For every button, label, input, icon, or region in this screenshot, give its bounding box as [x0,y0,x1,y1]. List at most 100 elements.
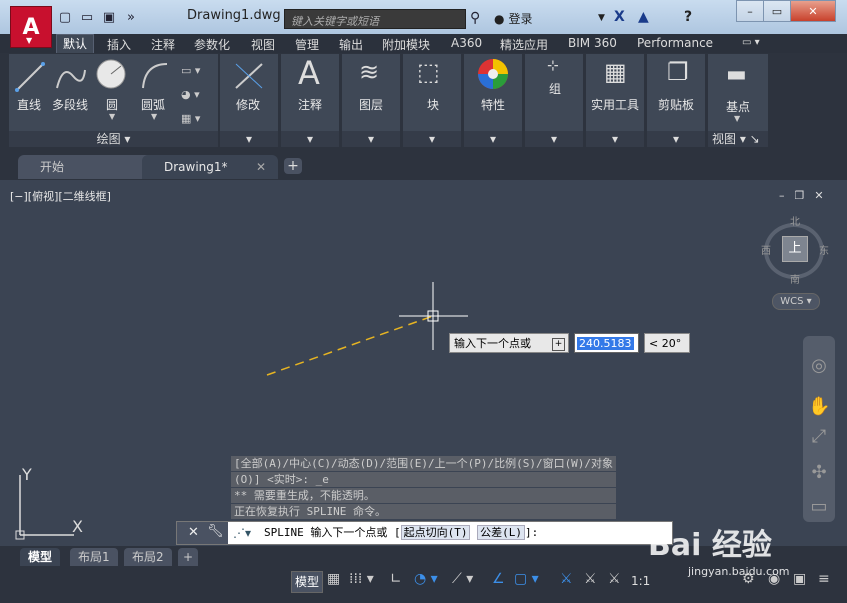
tab-insert[interactable]: 插入 [107,36,131,53]
hatch-icon[interactable]: ◕ ▾ [181,88,200,101]
application-menu-button[interactable]: A ▼ [10,6,52,48]
modify-label[interactable]: 修改 [236,96,260,113]
search-input[interactable]: 键入关键字或短语 [284,9,466,29]
option-tolerance[interactable]: 公差(L) [477,525,525,540]
panel-groups-footer[interactable]: ▾ [525,131,583,147]
tab-model[interactable]: 模型 [20,548,61,566]
dynamic-input-angle[interactable]: < 20° [644,333,690,353]
circle-button-label[interactable]: 圆 [106,96,118,113]
panel-view-footer[interactable]: 视图 ▾ ↘ [708,131,768,147]
close-icon[interactable]: ✕ [188,525,199,540]
utilities-label[interactable]: 实用工具 [591,96,639,113]
command-input[interactable]: SPLINE 输入下一个点或 [起点切向(T) 公差(L)]: [228,522,672,544]
tab-addins[interactable]: 附加模块 [382,36,430,53]
tab-featured-apps[interactable]: 精选应用 [500,36,548,53]
boundary-icon[interactable]: ▦ ▾ [181,112,200,125]
close-button[interactable]: ✕ [790,0,836,22]
polyline-button-label[interactable]: 多段线 [52,96,88,113]
layers-label[interactable]: 图层 [359,96,383,113]
model-space-button[interactable]: 模型 [291,571,323,593]
panel-annotation-footer[interactable]: ▾ [281,131,339,147]
maximize-button[interactable]: ▭ [763,0,791,22]
polar-tracking-icon[interactable]: ◔ ▾ [414,571,438,587]
login-button[interactable]: ● 登录 [494,10,533,27]
tab-output[interactable]: 输出 [339,36,363,53]
chevron-down-icon[interactable]: ▼ [151,112,157,121]
tab-performance[interactable]: Performance [637,36,713,50]
chevron-down-icon[interactable]: ▼ [734,114,740,123]
calculator-icon[interactable]: ▦ [604,58,627,86]
snap-icon[interactable]: ⁞⁞⁞ ▾ [349,571,374,587]
block-icon[interactable]: ⬚ [417,58,440,86]
tab-layout1[interactable]: 布局1 [70,548,118,566]
add-layout-button[interactable]: + [178,548,199,566]
groups-label[interactable]: 组 [549,80,561,97]
panel-layers-footer[interactable]: ▾ [342,131,400,147]
save-icon[interactable]: ▣ [100,8,118,26]
object-snap-icon[interactable]: ▢ ▾ [514,571,539,587]
line-button-label[interactable]: 直线 [17,96,41,113]
annotation-label[interactable]: 注释 [298,96,322,113]
tab-annotate[interactable]: 注释 [151,36,175,53]
text-icon[interactable]: A [298,54,320,92]
panel-block-footer[interactable]: ▾ [403,131,461,147]
color-wheel-icon[interactable] [477,58,511,92]
base-point-icon[interactable]: ▬ [726,62,747,87]
grid-icon[interactable]: ▦ [327,571,340,587]
clipboard-label[interactable]: 剪贴板 [658,96,694,113]
help-icon[interactable]: ? [684,9,692,25]
tab-a360[interactable]: A360 [451,36,482,50]
panel-clipboard-footer[interactable]: ▾ [647,131,705,147]
panel-properties-footer[interactable]: ▾ [464,131,522,147]
tab-bim360[interactable]: BIM 360 [568,36,617,50]
ortho-icon[interactable]: ∟ [390,571,402,587]
layers-icon[interactable]: ≋ [359,58,379,86]
ribbon-minimize-button[interactable]: ▭ ▾ [742,37,760,48]
open-folder-icon[interactable]: ▭ [78,8,96,26]
binoculars-icon[interactable]: ⚲ [470,10,480,26]
chevron-down-icon[interactable]: ▼ [109,112,115,121]
annotation-scale[interactable]: 1:1 [631,574,650,588]
new-file-icon[interactable]: ▢ [56,8,74,26]
circle-icon[interactable] [95,58,131,94]
dynamic-input-length[interactable]: 240.5183 [574,333,639,353]
arc-icon[interactable] [137,58,173,94]
group-icon[interactable]: ⊹ [547,58,559,74]
annotation-visibility-icon[interactable]: ⚔ [560,571,573,587]
panel-utilities-footer[interactable]: ▾ [586,131,644,147]
add-tab-button[interactable]: + [284,158,302,174]
close-icon[interactable]: ✕ [256,160,266,174]
auto-scale-icon[interactable]: ⚔ [584,571,597,587]
annotation-scale-icon[interactable]: ⚔ [608,571,621,587]
block-label[interactable]: 块 [427,96,439,113]
chevron-down-icon[interactable]: ▼ [598,13,605,23]
clipboard-icon[interactable]: ❐ [667,58,689,86]
arc-button-label[interactable]: 圆弧 [141,96,165,113]
wrench-icon[interactable]: 🔧︎ [207,524,224,539]
panel-draw-footer[interactable]: 绘图 ▾ [9,131,218,147]
fullscreen-icon[interactable]: ▣ [793,571,806,587]
polyline-icon[interactable] [53,60,89,94]
properties-label[interactable]: 特性 [481,96,505,113]
panel-annotation: A 注释 ▾ [281,54,339,147]
exchange-icon[interactable]: X [614,9,625,25]
customization-menu-icon[interactable]: ≡ [818,571,830,587]
tab-start[interactable]: 开始 [18,155,158,179]
a360-icon[interactable]: ▲ [638,9,649,25]
panel-modify-footer[interactable]: ▾ [220,131,278,147]
isodraft-icon[interactable]: ⟋ ▾ [452,571,473,587]
tab-layout2[interactable]: 布局2 [124,548,172,566]
base-point-label[interactable]: 基点 [726,98,750,115]
object-snap-tracking-icon[interactable]: ∠ [492,571,505,587]
move-icon[interactable] [232,60,266,92]
expand-icon[interactable]: + [552,338,565,351]
more-icon[interactable]: » [122,8,140,26]
tab-manage[interactable]: 管理 [295,36,319,53]
tab-view[interactable]: 视图 [251,36,275,53]
minimize-button[interactable]: – [736,0,764,22]
tab-default[interactable]: 默认 [56,34,95,53]
option-start-tangent[interactable]: 起点切向(T) [400,525,471,540]
line-icon[interactable] [13,60,49,94]
rectangle-icon[interactable]: ▭ ▾ [181,64,200,77]
tab-parametric[interactable]: 参数化 [194,36,230,53]
